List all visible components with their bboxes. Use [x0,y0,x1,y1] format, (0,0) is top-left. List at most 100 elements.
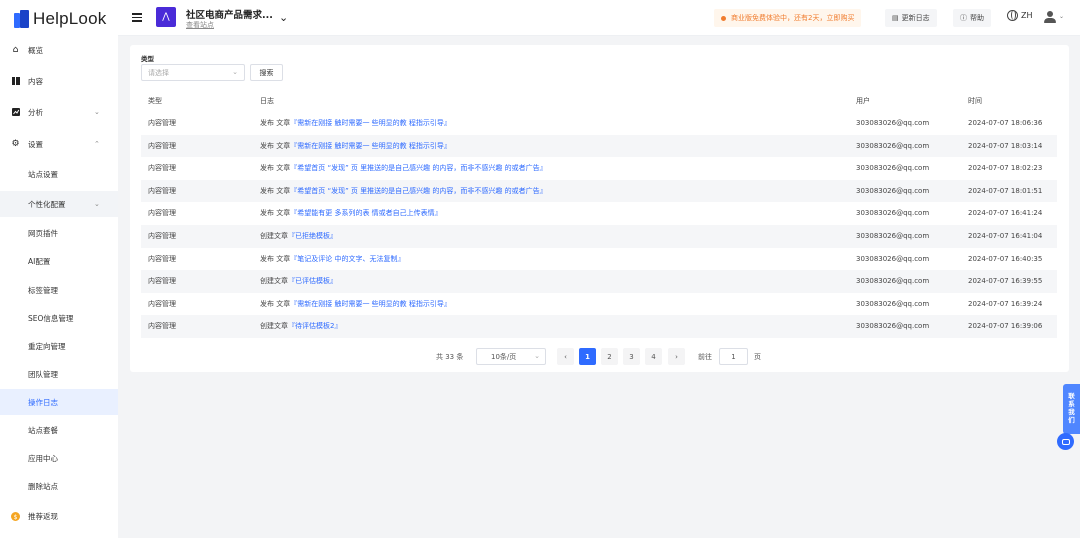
table-row: 内容管理 创建文章『待评估模板2』 303083026@qq.com 2024-07-… [141,315,1057,338]
sidebar-item-settings[interactable]: ⚙ 设置 ⌃ [0,131,118,157]
sidebar-item-seo[interactable]: SEO信息管理 [0,305,118,331]
type-filter-label: 类型 [141,55,154,63]
chat-icon[interactable] [1057,433,1074,450]
goto-unit: 页 [754,353,761,361]
chevron-up-icon: ⌃ [94,140,100,148]
page-button[interactable]: 4 [645,348,662,365]
help-button[interactable]: ⓘ 帮助 [953,9,991,27]
topbar: ⋀ 社区电商产品需求... 查看站点 ⌄ 商业版免费体验中，还有2天，立即购买 … [118,0,1080,36]
cell-log: 发布 文章『需新在刚接 触时需要一 些明显的教 程指示引导』 [260,293,451,316]
sidebar-item-analytics[interactable]: 分析 ⌄ [0,99,118,125]
sidebar-item-site-settings[interactable]: 站点设置 [0,161,118,187]
cell-log: 发布 文章『希望能有更 多系列的表 情或者自己上传表情』 [260,202,442,225]
document-icon: ▤ [892,14,899,22]
cell-user: 303083026@qq.com [856,232,930,240]
promo-dot-icon [721,15,726,21]
chevron-down-icon: ⌄ [94,200,100,208]
cell-user: 303083026@qq.com [856,277,930,286]
cell-time: 2024-07-07 18:02:23 [968,164,1043,173]
logo[interactable]: HelpLook [14,9,106,29]
table-row: 内容管理 创建文章『已评估模板』 303083026@qq.com 2024-07-0… [141,270,1057,293]
cell-user: 303083026@qq.com [856,209,930,218]
article-link[interactable]: 『需新在刚接 触时需要一 些明显的教 程指示引导』 [290,300,451,308]
sidebar-item-personalization[interactable]: 个性化配置 ⌄ [0,191,118,217]
page-button[interactable]: 3 [623,348,640,365]
cell-type: 内容管理 [148,322,176,331]
sidebar-item-referral[interactable]: $ 推荐返现 [0,503,118,529]
log-action: 创建文章 [260,322,288,331]
article-link[interactable]: 『需新在刚接 触时需要一 些明显的教 程指示引导』 [290,142,451,150]
cell-log: 创建文章『已拒绝模板』 [260,225,337,248]
menu-icon[interactable] [132,13,142,22]
globe-icon [1007,10,1018,21]
article-link[interactable]: 『待评估模板2』 [288,322,341,330]
log-action: 发布 文章 [260,164,291,173]
cell-time: 2024-07-07 16:41:24 [968,209,1043,218]
sidebar-item-plan[interactable]: 站点套餐 [0,417,118,443]
column-header-type: 类型 [148,97,162,105]
sidebar-item-content[interactable]: 内容 [0,68,118,94]
cell-log: 创建文章『待评估模板2』 [260,315,341,338]
article-link[interactable]: 『需新在刚接 触时需要一 些明显的教 程指示引导』 [290,119,451,127]
cell-time: 2024-07-07 16:41:04 [968,232,1043,240]
article-link[interactable]: 『已评估模板』 [288,277,337,285]
language-switch[interactable]: ZH [1007,10,1033,21]
sidebar-item-redirects[interactable]: 重定向管理 [0,333,118,359]
site-name[interactable]: 社区电商产品需求... [186,7,273,21]
goto-page-input[interactable]: 1 [719,348,748,365]
cell-type: 内容管理 [148,186,176,195]
sidebar-item-ai-config[interactable]: AI配置 [0,248,118,274]
article-link[interactable]: 『希望首页 “发现” 页 里推送的是自己感兴趣 的内容，而非不感兴趣 的或者广告… [290,164,546,172]
home-icon: ⌂ [12,45,19,55]
sidebar-item-app-center[interactable]: 应用中心 [0,445,118,471]
cell-time: 2024-07-07 18:06:36 [968,119,1043,127]
site-logo-icon: ⋀ [156,7,176,27]
contact-us-tab[interactable]: 联系我们 [1063,384,1080,434]
goto-label: 前往 [698,353,712,361]
sidebar-item-delete-site[interactable]: 删除站点 [0,473,118,499]
cell-type: 内容管理 [148,232,176,240]
article-link[interactable]: 『已拒绝模板』 [288,232,337,240]
prev-page-button[interactable]: ‹ [557,348,574,365]
article-link[interactable]: 『希望首页 “发现” 页 里推送的是自己感兴趣 的内容，而非不感兴趣 的或者广告… [290,187,546,195]
page-size-select[interactable]: 10条/页 ⌄ [476,348,546,365]
pagination-total: 共 33 条 [436,353,464,361]
sidebar-item-team[interactable]: 团队管理 [0,361,118,387]
cell-user: 303083026@qq.com [856,119,930,127]
changelog-button[interactable]: ▤ 更新日志 [885,9,937,27]
table-row: 内容管理 发布 文章『需新在刚接 触时需要一 些明显的教 程指示引导』 303083… [141,293,1057,316]
cell-time: 2024-07-07 18:01:51 [968,186,1043,195]
cell-log: 发布 文章『希望首页 “发现” 页 里推送的是自己感兴趣 的内容，而非不感兴趣 … [260,180,547,203]
cell-time: 2024-07-07 16:40:35 [968,254,1043,263]
sidebar-item-operation-log[interactable]: 操作日志 [0,389,118,415]
page-button[interactable]: 1 [579,348,596,365]
table-row: 内容管理 创建文章『已拒绝模板』 303083026@qq.com 2024-07-0… [141,225,1057,248]
article-link[interactable]: 『笔记及评论 中的文字、无法复制』 [290,255,404,263]
chevron-down-icon[interactable]: ⌄ [279,11,288,24]
logo-text: HelpLook [33,9,107,28]
column-header-user: 用户 [856,97,870,105]
sidebar-item-overview[interactable]: ⌂ 概览 [0,37,118,63]
cell-type: 内容管理 [148,164,176,173]
cell-type: 内容管理 [148,299,176,308]
next-page-button[interactable]: › [668,348,685,365]
table-row: 内容管理 发布 文章『需新在刚接 触时需要一 些明显的教 程指示引导』 303083… [141,112,1057,135]
search-button[interactable]: 搜索 [250,64,283,81]
log-action: 发布 文章 [260,186,291,195]
upgrade-promo[interactable]: 商业版免费体验中，还有2天，立即购买 [714,9,862,27]
page-button[interactable]: 2 [601,348,618,365]
view-site-link[interactable]: 查看站点 [186,20,214,30]
sidebar-item-tags[interactable]: 标签管理 [0,277,118,303]
cell-user: 303083026@qq.com [856,322,930,331]
table-header: 类型 日志 用户 时间 [141,90,1057,112]
cell-type: 内容管理 [148,277,176,286]
article-link[interactable]: 『希望能有更 多系列的表 情或者自己上传表情』 [290,209,441,217]
chevron-down-icon: ⌄ [534,352,540,360]
sidebar-item-web-plugin[interactable]: 网页插件 [0,220,118,246]
cell-time: 2024-07-07 16:39:55 [968,277,1043,286]
type-select[interactable]: 请选择 ⌄ [141,64,245,81]
chevron-down-icon: ⌄ [232,68,238,76]
table-row: 内容管理 发布 文章『需新在刚接 触时需要一 些明显的教 程指示引导』 303083… [141,134,1057,158]
cell-log: 发布 文章『需新在刚接 触时需要一 些明显的教 程指示引导』 [260,112,451,135]
chevron-down-icon: ⌄ [94,108,100,116]
